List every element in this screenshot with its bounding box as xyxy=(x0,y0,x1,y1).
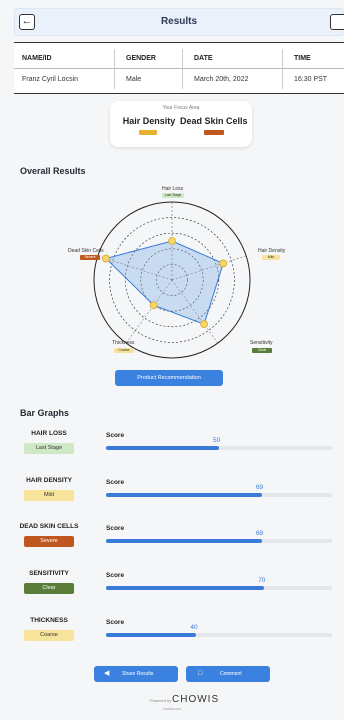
score-track xyxy=(106,633,332,637)
score-value: 70 xyxy=(258,577,266,584)
radar-label-thickness: Thickness xyxy=(112,340,135,346)
bar-row: HAIR DENSITY Mild Score 69 xyxy=(14,477,340,521)
bar-row-badge: Coarse xyxy=(24,630,74,641)
focus-badge-dead-skin-cells xyxy=(204,130,224,135)
radar-label-hair-loss: Hair Loss xyxy=(162,186,184,192)
focus-area-card: Your Focus Area Hair Density Dead Skin C… xyxy=(110,101,252,147)
score-label: Score xyxy=(106,619,125,626)
info-header-gender: GENDER xyxy=(126,55,156,62)
radar-point xyxy=(168,237,176,245)
radar-badge-thickness: Coarse xyxy=(114,348,134,353)
radar-point xyxy=(219,259,228,268)
focus-item-dead-skin-cells: Dead Skin Cells xyxy=(180,116,248,126)
powered-by-label: Powered by xyxy=(150,698,172,703)
radar-chart: Hair Loss Last Stage Hair Density Mild S… xyxy=(56,180,288,396)
share-icon: ◀ xyxy=(104,670,110,677)
score-fill xyxy=(106,539,262,543)
bar-row-name: DEAD SKIN CELLS xyxy=(19,523,79,530)
info-value-time: 16:30 PST xyxy=(294,76,328,83)
info-col-name: NAME/ID Franz Cyril Locsin xyxy=(22,43,112,93)
share-results-label: Share Results xyxy=(122,671,154,677)
overall-results-title: Overall Results xyxy=(20,166,86,176)
bar-row-name: SENSITIVITY xyxy=(29,570,69,577)
bar-row-badge: Severe xyxy=(24,536,74,547)
product-recommendation-button[interactable]: Product Recommendation xyxy=(115,370,223,386)
divider xyxy=(114,49,115,89)
radar-label-hair-density: Hair Density xyxy=(258,248,286,254)
radar-badge-sensitivity: Clear xyxy=(252,348,272,353)
bar-row: THICKNESS Coarse Score 40 xyxy=(14,617,340,661)
client-info-table: NAME/ID Franz Cyril Locsin GENDER Male D… xyxy=(14,42,344,94)
bar-graphs-title: Bar Graphs xyxy=(20,408,70,418)
score-track xyxy=(106,539,332,543)
brand-subtitle: chowis.com xyxy=(162,707,182,711)
info-header-time: TIME xyxy=(294,55,311,62)
radar-point xyxy=(102,254,110,263)
score-value: 69 xyxy=(255,530,264,537)
radar-data-polygon xyxy=(105,240,224,325)
bar-row-badge: Mild xyxy=(24,490,74,501)
radar-label-dead-skin-cells: Dead Skin Cells xyxy=(68,248,104,254)
score-label: Score xyxy=(106,432,125,439)
focus-badge-hair-density xyxy=(139,130,157,135)
comment-label: Comment xyxy=(220,671,242,677)
score-track xyxy=(106,446,332,450)
radar-point xyxy=(200,320,208,329)
info-header-date: DATE xyxy=(194,55,213,62)
score-label: Score xyxy=(106,479,125,486)
info-value-date: March 20th, 2022 xyxy=(194,76,249,83)
score-fill xyxy=(106,586,265,590)
radar-badge-hair-density: Mild xyxy=(262,255,280,260)
score-fill xyxy=(106,446,219,450)
bar-row: SENSITIVITY Clear Score 70 xyxy=(14,570,340,614)
info-col-date: DATE March 20th, 2022 xyxy=(194,43,284,93)
info-col-gender: GENDER Male xyxy=(126,43,186,93)
score-track xyxy=(106,493,332,497)
radar-chart-svg xyxy=(93,201,251,359)
bar-row: HAIR LOSS Last Stage Score 50 xyxy=(14,430,340,474)
divider xyxy=(282,49,283,89)
menu-button[interactable] xyxy=(330,14,344,30)
score-fill xyxy=(106,493,262,497)
bar-row: DEAD SKIN CELLS Severe Score 69 xyxy=(14,523,340,567)
score-fill xyxy=(106,633,197,637)
bar-row-badge: Last Stage xyxy=(24,443,74,454)
info-value-name: Franz Cyril Locsin xyxy=(22,76,79,83)
radar-label-sensitivity: Sensitivity xyxy=(250,340,273,346)
comment-button[interactable]: □ Comment xyxy=(186,666,270,682)
bar-row-name: THICKNESS xyxy=(30,617,68,624)
focus-area-label: Your Focus Area xyxy=(162,105,200,111)
info-header-name: NAME/ID xyxy=(22,55,52,62)
radar-badge-hair-loss: Last Stage xyxy=(162,193,184,198)
focus-item-hair-density: Hair Density xyxy=(122,116,176,126)
brand-logo: CHOWIS xyxy=(172,694,220,705)
info-col-time: TIME 16:30 PST xyxy=(294,43,344,93)
comment-icon: □ xyxy=(198,670,203,677)
radar-point xyxy=(149,301,158,310)
score-track xyxy=(106,586,332,590)
radar-badge-dead-skin-cells: Severe xyxy=(80,255,100,260)
score-value: 50 xyxy=(213,437,221,444)
page-title: Results xyxy=(160,16,198,27)
info-value-gender: Male xyxy=(126,76,142,83)
bar-row-name: HAIR DENSITY xyxy=(26,477,72,484)
divider xyxy=(182,49,183,89)
score-value: 40 xyxy=(190,624,198,631)
score-label: Score xyxy=(106,525,125,532)
score-label: Score xyxy=(106,572,125,579)
bar-row-name: HAIR LOSS xyxy=(31,430,67,437)
score-value: 69 xyxy=(255,484,264,491)
share-results-button[interactable]: ◀ Share Results xyxy=(94,666,178,682)
bar-row-badge: Clear xyxy=(24,583,74,594)
top-bar: ← Results xyxy=(14,8,344,36)
